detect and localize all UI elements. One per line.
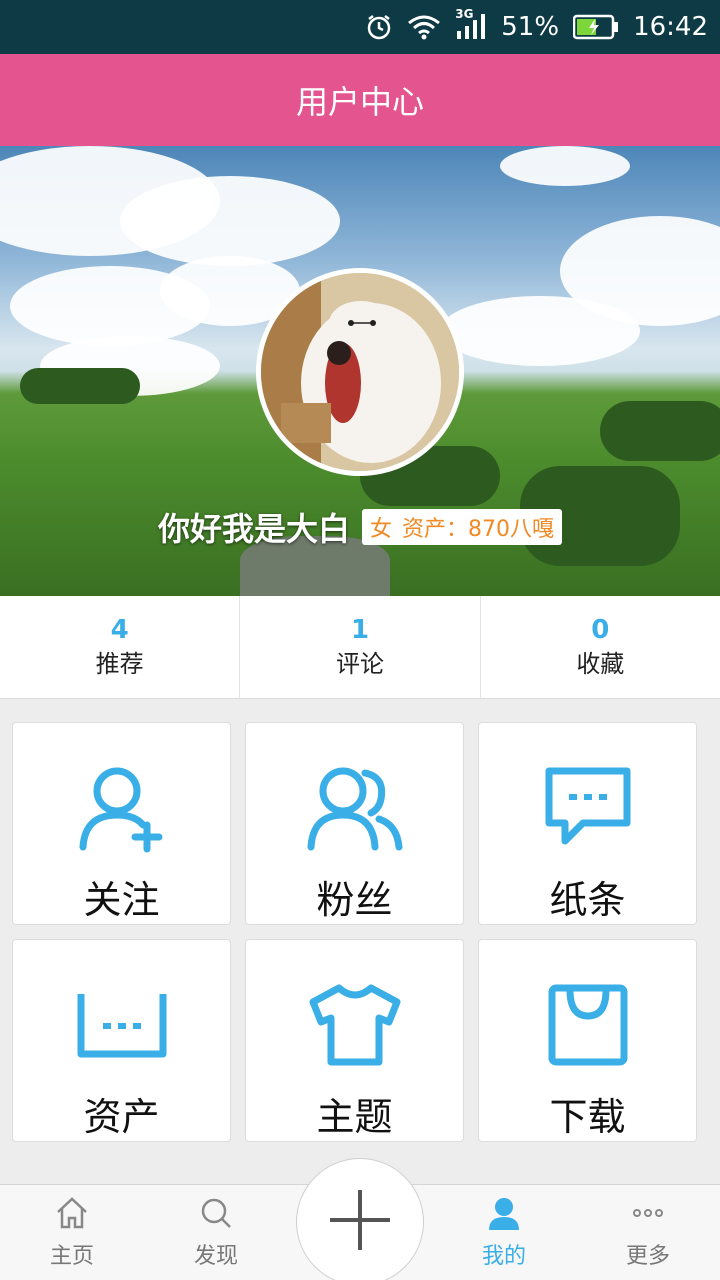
- banner-treeline: [600, 401, 720, 461]
- add-post-button[interactable]: [296, 1158, 424, 1280]
- tile-assets[interactable]: 资产: [12, 939, 231, 1142]
- tile-notes[interactable]: 纸条: [478, 722, 697, 925]
- download-bag-icon: [548, 980, 628, 1070]
- tile-label: 粉丝: [316, 878, 393, 922]
- tile-theme[interactable]: 主题: [245, 939, 464, 1142]
- nav-label: 发现: [193, 1244, 238, 1269]
- stat-value: 0: [591, 615, 610, 645]
- stat-recommend[interactable]: 4 推荐: [0, 596, 241, 698]
- nav-label: 更多: [625, 1244, 670, 1269]
- home-icon: [55, 1196, 89, 1234]
- tile-label: 资产: [83, 1095, 160, 1139]
- theme-shirt-icon: [309, 980, 401, 1070]
- stat-label: 推荐: [95, 650, 144, 678]
- follow-add-user-icon: [77, 763, 167, 853]
- nav-label: 我的: [481, 1244, 526, 1269]
- message-note-icon: [543, 763, 633, 853]
- page-title: 用户中心: [295, 83, 424, 121]
- cellular-signal-icon: 3G: [455, 7, 487, 41]
- battery-icon: [573, 14, 619, 40]
- tile-label: 纸条: [549, 878, 626, 922]
- network-type-label: 3G: [455, 7, 474, 21]
- clock: 16:42: [633, 12, 708, 42]
- banner-cloud: [120, 176, 340, 266]
- tile-label: 下载: [549, 1095, 626, 1139]
- plus-icon: [328, 1188, 392, 1256]
- assets-wallet-icon: [77, 980, 167, 1070]
- feature-grid: 关注 粉丝 纸条 资产 主题 下载: [12, 722, 698, 1142]
- nav-label: 主页: [49, 1244, 94, 1269]
- profile-banner: 你好我是大白 女 资产：870八嘎: [0, 146, 720, 596]
- nav-home[interactable]: 主页: [0, 1185, 144, 1280]
- tile-follow[interactable]: 关注: [12, 722, 231, 925]
- alarm-icon: [365, 13, 393, 41]
- profile-badge: 女 资产：870八嘎: [362, 509, 563, 545]
- stat-favorites[interactable]: 0 收藏: [481, 596, 720, 698]
- stat-label: 收藏: [576, 650, 625, 678]
- banner-cloud: [500, 146, 630, 186]
- assets-label: 资产：870八嘎: [402, 517, 555, 542]
- fans-users-icon: [307, 763, 403, 853]
- banner-cloud: [440, 296, 640, 366]
- profile-info: 你好我是大白 女 资产：870八嘎: [0, 504, 720, 550]
- stat-value: 4: [110, 615, 129, 645]
- banner-treeline: [20, 368, 140, 404]
- battery-percent: 51%: [501, 12, 560, 42]
- tile-label: 关注: [83, 878, 160, 922]
- status-bar: 3G 51% 16:42: [0, 0, 720, 54]
- tile-download[interactable]: 下载: [478, 939, 697, 1142]
- stat-value: 1: [350, 615, 370, 645]
- tile-fans[interactable]: 粉丝: [245, 722, 464, 925]
- stat-comments[interactable]: 1 评论: [240, 596, 481, 698]
- nav-more[interactable]: 更多: [576, 1185, 720, 1280]
- nav-mine[interactable]: 我的: [432, 1185, 576, 1280]
- user-icon: [487, 1196, 521, 1234]
- nav-discover[interactable]: 发现: [144, 1185, 288, 1280]
- more-dots-icon: [631, 1196, 665, 1234]
- avatar[interactable]: [256, 268, 464, 476]
- nickname: 你好我是大白: [157, 510, 350, 548]
- avatar-image: [261, 273, 459, 471]
- wifi-icon: [407, 14, 441, 40]
- title-bar: 用户中心: [0, 54, 720, 146]
- stats-bar: 4 推荐 1 评论 0 收藏: [0, 596, 720, 699]
- status-icons: 3G 51% 16:42: [365, 0, 708, 54]
- gender-label: 女: [370, 517, 393, 542]
- stat-label: 评论: [335, 650, 384, 678]
- search-icon: [199, 1196, 233, 1234]
- tile-label: 主题: [316, 1095, 393, 1139]
